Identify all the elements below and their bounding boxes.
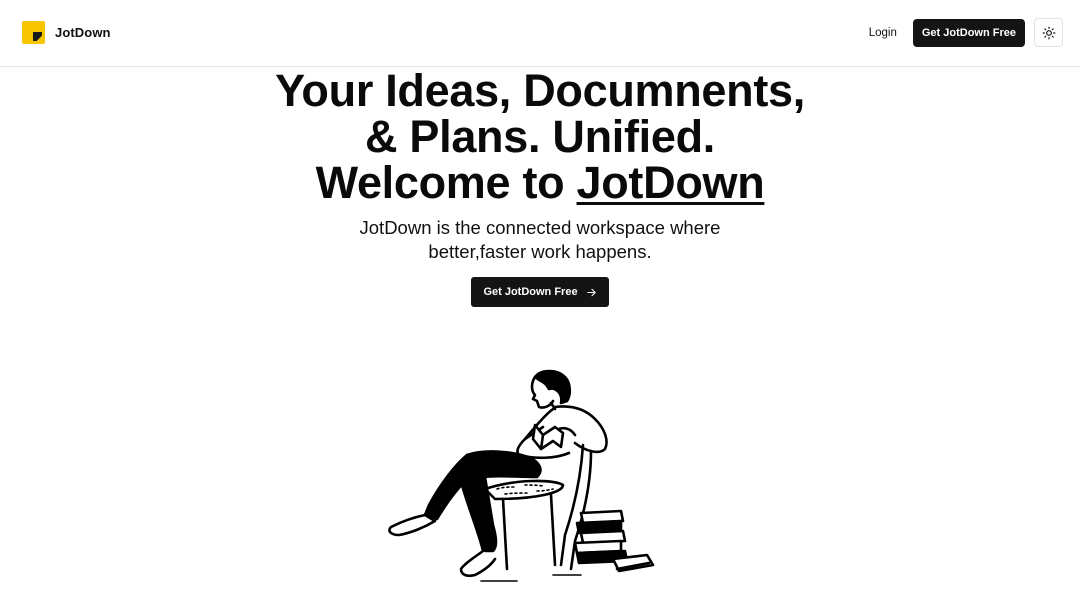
subtitle-line-2: better,faster work happens.: [428, 241, 652, 262]
brand-name: JotDown: [55, 25, 111, 40]
nav-actions: Login Get JotDown Free: [869, 18, 1063, 47]
hero-cta-label: Get JotDown Free: [483, 286, 578, 298]
login-link[interactable]: Login: [869, 27, 897, 39]
jotdown-logo-icon: [22, 21, 45, 44]
hero-section: Your Ideas, Documnents, & Plans. Unified…: [0, 67, 1080, 307]
arrow-right-icon: [586, 287, 597, 298]
get-jotdown-free-hero-button[interactable]: Get JotDown Free: [471, 277, 609, 307]
subtitle-line-1: JotDown is the connected workspace where: [359, 217, 721, 238]
navbar: JotDown Login Get JotDown Free: [0, 0, 1080, 67]
get-jotdown-free-nav-button[interactable]: Get JotDown Free: [912, 18, 1025, 47]
person-reading-illustration: [385, 365, 660, 583]
hero-headline: Your Ideas, Documnents, & Plans. Unified…: [0, 68, 1080, 206]
sun-icon: [1042, 26, 1056, 40]
hero-subtitle: JotDown is the connected workspace where…: [0, 216, 1080, 264]
theme-toggle-button[interactable]: [1034, 18, 1063, 47]
headline-line-3-prefix: Welcome to: [315, 157, 577, 208]
headline-brand-word: JotDown: [576, 157, 765, 208]
headline-line-1: Your Ideas, Documnents,: [275, 65, 805, 116]
headline-line-2: & Plans. Unified.: [365, 111, 715, 162]
brand-logo-link[interactable]: JotDown: [22, 21, 111, 44]
